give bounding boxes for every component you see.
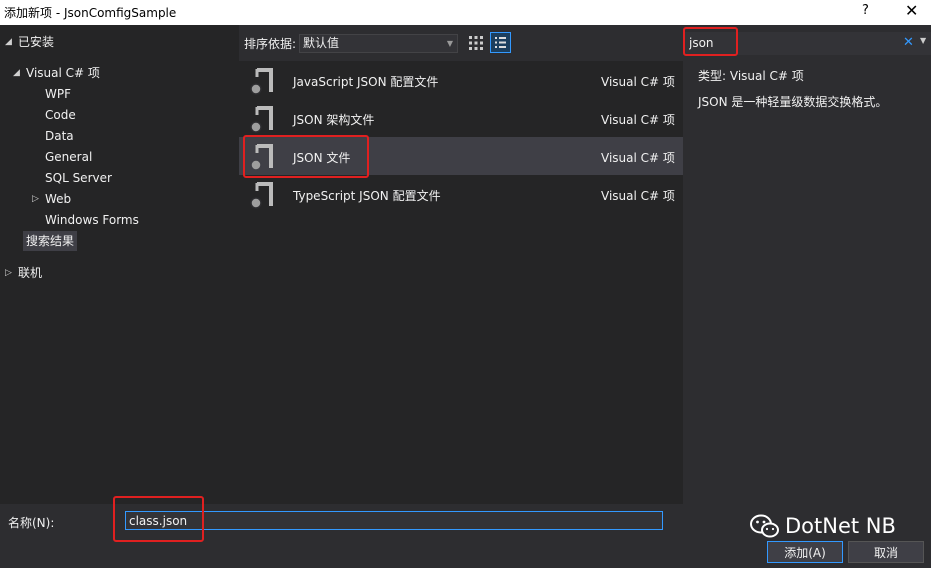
tree-item-windows-forms[interactable]: Windows Forms bbox=[45, 210, 139, 230]
template-name: TypeScript JSON 配置文件 bbox=[293, 189, 441, 203]
details-pane: ✕ ▼ 类型: Visual C# 项 JSON 是一种轻量级数据交换格式。 bbox=[683, 25, 931, 504]
search-box: ✕ ▼ bbox=[683, 32, 931, 55]
sort-toolbar: 排序依据: 默认值 ▼ bbox=[239, 25, 683, 61]
json-file-icon bbox=[250, 68, 273, 95]
json-file-icon bbox=[250, 182, 273, 209]
sort-select-value: 默认值 bbox=[303, 36, 340, 50]
template-type: Visual C# 项 bbox=[601, 189, 675, 203]
window-title: 添加新项 - JsonComfigSample bbox=[4, 6, 177, 20]
tree-item-general[interactable]: General bbox=[45, 147, 92, 167]
chevron-down-icon: ▼ bbox=[446, 39, 453, 48]
clear-search-icon[interactable]: ✕ bbox=[903, 35, 914, 50]
collapsed-triangle-icon[interactable]: ▷ bbox=[5, 263, 12, 283]
json-file-icon bbox=[250, 106, 273, 133]
details-type-value: Visual C# 项 bbox=[729, 69, 804, 83]
search-input[interactable] bbox=[689, 33, 889, 53]
tree-item-visual-csharp[interactable]: Visual C# 项 bbox=[26, 63, 100, 83]
tree-item-search-results[interactable]: 搜索结果 bbox=[23, 231, 78, 251]
template-pane: 排序依据: 默认值 ▼ JavaScript JSON 配置文件 Visual … bbox=[239, 25, 683, 504]
name-input[interactable] bbox=[125, 511, 663, 530]
watermark: DotNet NB bbox=[749, 512, 896, 542]
collapsed-triangle-icon[interactable]: ▷ bbox=[32, 189, 39, 209]
category-tree: ◢ 已安装 ◢ Visual C# 项 WPF Code Data Genera… bbox=[0, 25, 239, 504]
details-type: 类型: Visual C# 项 bbox=[698, 67, 804, 84]
template-type: Visual C# 项 bbox=[601, 151, 675, 165]
expanded-triangle-icon[interactable]: ◢ bbox=[13, 63, 20, 83]
template-name: JavaScript JSON 配置文件 bbox=[293, 75, 439, 89]
json-file-icon bbox=[250, 144, 273, 171]
list-view-button[interactable] bbox=[490, 32, 511, 53]
tree-item-wpf[interactable]: WPF bbox=[45, 84, 71, 104]
template-row-json-file[interactable]: JSON 文件 Visual C# 项 bbox=[239, 137, 683, 175]
template-type: Visual C# 项 bbox=[601, 75, 675, 89]
tree-item-code[interactable]: Code bbox=[45, 105, 76, 125]
sort-select[interactable]: 默认值 ▼ bbox=[299, 34, 458, 53]
template-list: JavaScript JSON 配置文件 Visual C# 项 JSON 架构… bbox=[239, 61, 683, 504]
sort-label: 排序依据: bbox=[244, 37, 297, 51]
details-type-label: 类型: bbox=[698, 69, 727, 83]
details-description: JSON 是一种轻量级数据交换格式。 bbox=[698, 95, 888, 109]
template-row-javascript-json[interactable]: JavaScript JSON 配置文件 Visual C# 项 bbox=[239, 61, 683, 99]
list-view-icon bbox=[495, 37, 506, 48]
template-name: JSON 文件 bbox=[293, 151, 351, 165]
close-button[interactable]: ✕ bbox=[905, 1, 918, 20]
wechat-icon bbox=[750, 514, 779, 538]
add-button[interactable]: 添加(A) bbox=[767, 541, 843, 563]
tree-item-data[interactable]: Data bbox=[45, 126, 74, 146]
template-row-json-schema[interactable]: JSON 架构文件 Visual C# 项 bbox=[239, 99, 683, 137]
tree-item-online[interactable]: 联机 bbox=[18, 263, 42, 283]
tree-item-sql-server[interactable]: SQL Server bbox=[45, 168, 112, 188]
watermark-text: DotNet NB bbox=[785, 514, 896, 538]
template-type: Visual C# 项 bbox=[601, 113, 675, 127]
expanded-triangle-icon[interactable]: ◢ bbox=[5, 32, 12, 52]
tree-item-installed[interactable]: 已安装 bbox=[18, 32, 54, 52]
search-dropdown-icon[interactable]: ▼ bbox=[920, 36, 926, 45]
template-row-typescript-json[interactable]: TypeScript JSON 配置文件 Visual C# 项 bbox=[239, 175, 683, 213]
grid-view-icon[interactable] bbox=[468, 35, 484, 51]
title-bar: 添加新项 - JsonComfigSample ? ✕ bbox=[0, 0, 931, 25]
template-name: JSON 架构文件 bbox=[293, 113, 375, 127]
tree-item-web[interactable]: Web bbox=[45, 189, 71, 209]
help-button[interactable]: ? bbox=[862, 3, 869, 18]
name-label: 名称(N): bbox=[8, 516, 55, 530]
cancel-button[interactable]: 取消 bbox=[848, 541, 924, 563]
